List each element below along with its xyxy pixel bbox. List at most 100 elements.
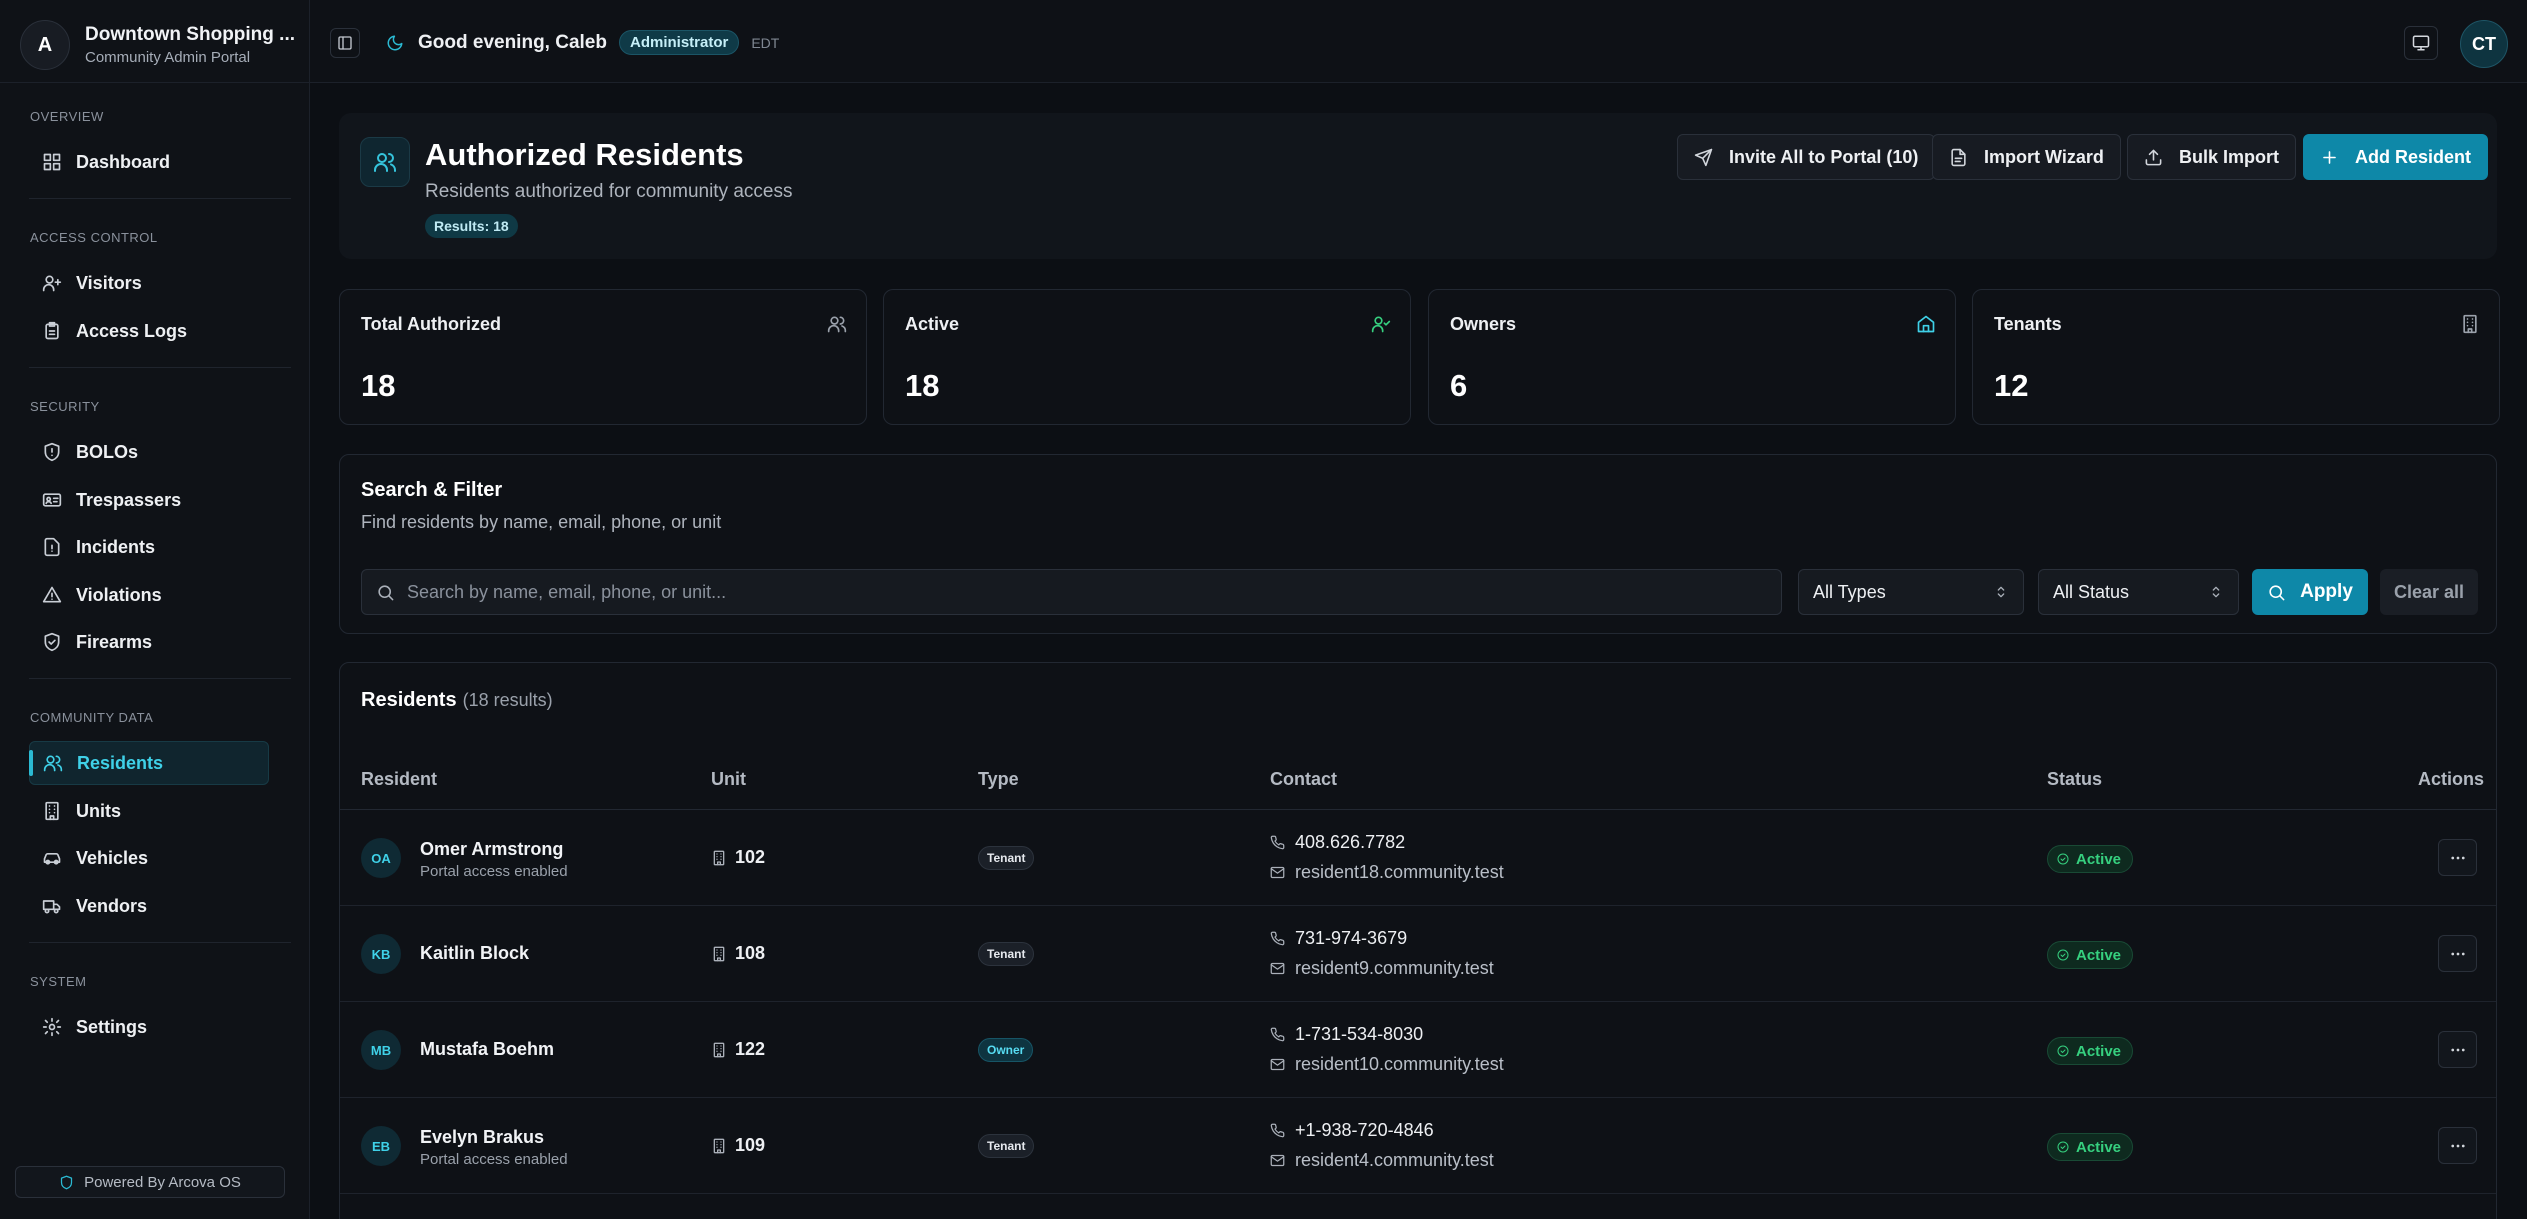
- phone-number: +1-938-720-4846: [1295, 1120, 1434, 1140]
- stat-card-total: Total Authorized 18: [339, 289, 867, 425]
- sidebar-item-vehicles[interactable]: Vehicles: [29, 836, 269, 880]
- sidebar-item-units[interactable]: Units: [29, 789, 269, 833]
- status-label: Active: [2076, 946, 2122, 964]
- stat-value: 6: [1450, 368, 1468, 403]
- user-avatar[interactable]: CT: [2460, 20, 2508, 68]
- avatar: MB: [361, 1030, 401, 1070]
- sidebar-item-settings[interactable]: Settings: [29, 1005, 269, 1049]
- sidebar-item-violations[interactable]: Violations: [29, 573, 269, 617]
- email-cell: resident4.community.test: [1270, 1150, 1494, 1171]
- chevron-up-down-icon: [1997, 586, 2005, 598]
- sidebar-item-label: Dashboard: [76, 151, 171, 172]
- timezone-label: EDT: [751, 34, 780, 51]
- brand-logo: A: [20, 20, 70, 70]
- bulk-import-button[interactable]: Bulk Import: [2127, 134, 2297, 180]
- unit-number: 109: [735, 1135, 766, 1155]
- row-actions-button[interactable]: [2438, 1031, 2477, 1068]
- sidebar-item-trespassers[interactable]: Trespassers: [29, 478, 269, 522]
- status-label: Active: [2076, 1042, 2122, 1060]
- nav-section-access-control: Access Control: [30, 230, 158, 245]
- divider: [29, 198, 291, 199]
- brand-subtitle: Community Admin Portal: [85, 49, 251, 66]
- column-header-unit: Unit: [711, 769, 746, 789]
- powered-by-label: Powered By Arcova OS: [84, 1173, 241, 1191]
- row-actions-button[interactable]: [2438, 839, 2477, 876]
- avatar: KB: [361, 934, 401, 974]
- unit-number: 102: [735, 847, 766, 867]
- apply-button[interactable]: Apply: [2252, 569, 2368, 615]
- sidebar-item-firearms[interactable]: Firearms: [29, 620, 269, 664]
- status-label: Active: [2076, 850, 2122, 868]
- sidebar-item-residents[interactable]: Residents: [29, 741, 269, 785]
- stat-card-owners: Owners 6: [1428, 289, 1956, 425]
- email-cell: resident9.community.test: [1270, 958, 1494, 979]
- warning-icon: [42, 586, 62, 603]
- page-icon: [360, 137, 410, 187]
- row-actions-button[interactable]: [2438, 1127, 2477, 1164]
- stat-label: Active: [905, 314, 960, 334]
- apply-label: Apply: [2300, 581, 2353, 602]
- invite-all-button[interactable]: Invite All to Portal (10): [1677, 134, 1936, 180]
- type-badge: Tenant: [978, 1134, 1035, 1158]
- import-wizard-button[interactable]: Import Wizard: [1932, 134, 2121, 180]
- upload-icon: [2145, 149, 2162, 165]
- sidebar-item-access-logs[interactable]: Access Logs: [29, 309, 269, 353]
- table-row[interactable]: MB Mustafa Boehm 122 Owner 1-731-534-803…: [340, 1002, 2496, 1098]
- table-row[interactable]: KB Kaitlin Block 108 Tenant 731-974-3679…: [340, 906, 2496, 1002]
- bulk-import-label: Bulk Import: [2179, 146, 2280, 167]
- column-header-resident: Resident: [361, 769, 438, 789]
- mail-icon: [1270, 1058, 1285, 1071]
- status-select[interactable]: All Status: [2038, 569, 2239, 615]
- more-horizontal-icon: [2450, 952, 2465, 955]
- sidebar-item-label: Access Logs: [76, 320, 188, 341]
- sidebar-item-visitors[interactable]: Visitors: [29, 261, 269, 305]
- clear-all-button[interactable]: Clear all: [2380, 569, 2478, 615]
- users-icon: [43, 755, 63, 772]
- sidebar-item-label: Firearms: [76, 631, 153, 652]
- plus-icon: [2323, 150, 2336, 164]
- status-badge: Active: [2047, 941, 2134, 969]
- phone-cell: +1-938-720-4846: [1270, 1120, 1434, 1141]
- id-card-icon: [42, 493, 62, 507]
- role-badge: Administrator: [618, 30, 740, 55]
- sidebar-item-label: Incidents: [76, 536, 156, 557]
- divider: [0, 82, 310, 83]
- row-actions-button[interactable]: [2438, 935, 2477, 972]
- sidebar-item-incidents[interactable]: Incidents: [29, 525, 269, 569]
- brand[interactable]: A Downtown Shopping ... Community Admin …: [20, 20, 295, 70]
- search-field[interactable]: [361, 569, 1782, 615]
- page-header: Authorized Residents Residents authorize…: [339, 113, 2497, 259]
- table-row[interactable]: OA Omer Armstrong Portal access enabled …: [340, 810, 2496, 906]
- sidebar-item-dashboard[interactable]: Dashboard: [29, 140, 269, 184]
- type-select[interactable]: All Types: [1798, 569, 2024, 615]
- residents-table: Residents (18 results) Resident Unit Type…: [339, 662, 2497, 1219]
- display-mode-button[interactable]: [2404, 26, 2438, 60]
- add-resident-button[interactable]: Add Resident: [2303, 134, 2489, 180]
- column-header-actions: Actions: [2418, 769, 2485, 789]
- table-row[interactable]: EB Evelyn Brakus Portal access enabled 1…: [340, 1098, 2496, 1194]
- building-icon: [713, 850, 725, 865]
- powered-by-badge: Powered By Arcova OS: [15, 1166, 285, 1198]
- table-title-text: Residents: [361, 689, 457, 711]
- more-horizontal-icon: [2450, 1048, 2465, 1051]
- mail-icon: [1270, 962, 1285, 975]
- sidebar-item-bolos[interactable]: BOLOs: [29, 430, 269, 474]
- sidebar-item-vendors[interactable]: Vendors: [29, 884, 269, 928]
- user-check-icon: [1371, 316, 1391, 333]
- search-input[interactable]: [407, 581, 1781, 603]
- resident-note: Portal access enabled: [420, 1151, 568, 1168]
- unit-cell: 122: [711, 1039, 765, 1060]
- phone-number: 731-974-3679: [1295, 928, 1408, 948]
- column-header-type: Type: [978, 769, 1019, 789]
- check-circle-icon: [2057, 1141, 2069, 1153]
- sidebar-item-label: Trespassers: [76, 489, 182, 510]
- sidebar-toggle-button[interactable]: [330, 28, 360, 58]
- divider: [29, 367, 291, 368]
- status-badge: Active: [2047, 1037, 2134, 1065]
- sidebar-item-label: Settings: [76, 1016, 148, 1037]
- brand-title: Downtown Shopping ...: [85, 24, 296, 45]
- sidebar-toggle-icon: [338, 36, 352, 50]
- sidebar-item-label: Visitors: [76, 272, 142, 293]
- check-circle-icon: [2057, 1045, 2069, 1057]
- more-horizontal-icon: [2450, 856, 2465, 859]
